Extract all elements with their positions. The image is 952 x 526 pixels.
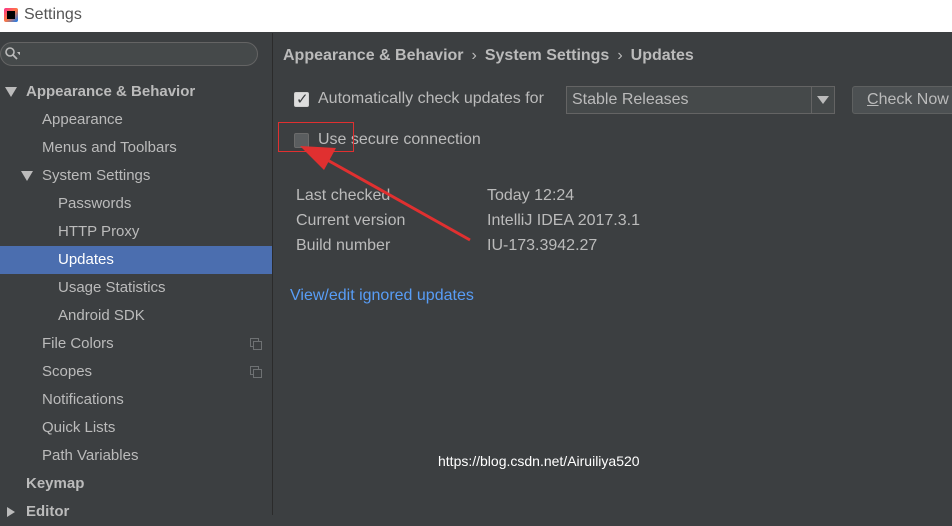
annotation-arrow: [300, 146, 471, 242]
watermark-text: https://blog.csdn.net/Airuiliya520: [438, 453, 640, 469]
